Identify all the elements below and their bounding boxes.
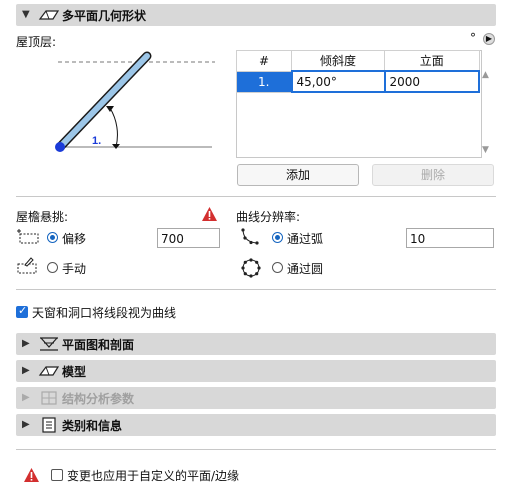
collapse-arrow-icon[interactable]: ▼ [22, 9, 30, 20]
scroll-down-icon[interactable]: ▼ [482, 145, 489, 155]
by-arc-radio[interactable] [272, 232, 283, 243]
diagram-level-label: 1. [92, 135, 101, 147]
expand-arrow-icon[interactable]: ▶ [22, 392, 30, 403]
apply-custom-planes-label: 变更也应用于自定义的平面/边缘 [67, 469, 240, 483]
expand-arrow-icon[interactable]: ▶ [22, 365, 30, 376]
roof-slope-diagram: 1. [55, 51, 215, 152]
elevation-cell[interactable]: 2000 [383, 70, 480, 93]
model-icon [38, 366, 60, 376]
expand-arrow-icon[interactable]: ▶ [22, 419, 30, 430]
offset-input[interactable]: 700 [157, 228, 220, 248]
manual-eaves-icon [17, 257, 37, 274]
by-circle-radio[interactable] [272, 262, 283, 273]
angle-unit-symbol: ° [470, 31, 476, 45]
arc-segments-icon [241, 228, 259, 245]
divider [16, 196, 496, 197]
divider [16, 289, 496, 290]
skylight-curve-checkbox[interactable] [16, 304, 28, 318]
delete-button[interactable]: 删除 [372, 164, 494, 186]
row-number[interactable]: 1. [236, 70, 292, 93]
skylight-curve-label: 天窗和洞口将线段视为曲线 [32, 306, 177, 320]
by-circle-label: 通过圆 [287, 262, 324, 276]
roof-plane-line [57, 53, 150, 150]
section-label: 类别和信息 [62, 419, 123, 433]
unit-menu-arrow-icon[interactable]: ▶ [483, 33, 495, 45]
expand-arrow-icon[interactable]: ▶ [22, 338, 30, 349]
circle-segments-icon [241, 258, 261, 278]
slope-cell[interactable]: 45,00° [290, 70, 386, 93]
roof-levels-table: # 倾斜度 立面 1. 45,00° 2000 [236, 50, 480, 93]
by-arc-label: 通过弧 [287, 232, 324, 246]
section-label: 模型 [62, 365, 87, 379]
manual-radio[interactable] [47, 262, 58, 273]
add-button[interactable]: 添加 [237, 164, 359, 186]
section-model[interactable]: ▶ 模型 [16, 360, 496, 382]
geometry-section-header[interactable]: ▼ 多平面几何形状 [16, 4, 496, 26]
section-title: 多平面几何形状 [62, 9, 147, 23]
warning-icon [202, 207, 217, 221]
slope-angle-arc [109, 107, 118, 148]
col-header-num: # [236, 50, 292, 72]
section-category-info[interactable]: ▶ 类别和信息 [16, 414, 496, 436]
structural-analysis-icon [41, 391, 57, 405]
apply-custom-planes-checkbox[interactable] [51, 469, 63, 481]
floor-plan-section-icon [40, 337, 58, 351]
pivot-point [55, 142, 65, 152]
col-header-slope: 倾斜度 [291, 50, 385, 72]
curve-resolution-label: 曲线分辨率: [236, 210, 301, 224]
section-structural-analysis[interactable]: ▶ 结构分析参数 [16, 387, 496, 409]
section-floor-plan[interactable]: ▶ 平面图和剖面 [16, 333, 496, 355]
col-header-elevation: 立面 [384, 50, 480, 72]
roof-multiplane-icon [38, 10, 60, 20]
table-row[interactable]: 1. 45,00° 2000 [236, 70, 480, 93]
scroll-up-icon[interactable]: ▲ [482, 70, 489, 80]
offset-eaves-icon [17, 229, 39, 244]
manual-label: 手动 [62, 262, 87, 276]
eaves-overhang-label: 屋檐悬挑: [16, 210, 69, 224]
arc-resolution-input[interactable]: 10 [406, 228, 494, 248]
section-label: 平面图和剖面 [62, 338, 135, 352]
divider [16, 449, 496, 450]
section-label: 结构分析参数 [62, 392, 135, 406]
offset-radio[interactable] [47, 232, 58, 243]
warning-icon [24, 468, 39, 482]
offset-label: 偏移 [62, 232, 87, 246]
category-info-icon [42, 417, 56, 433]
